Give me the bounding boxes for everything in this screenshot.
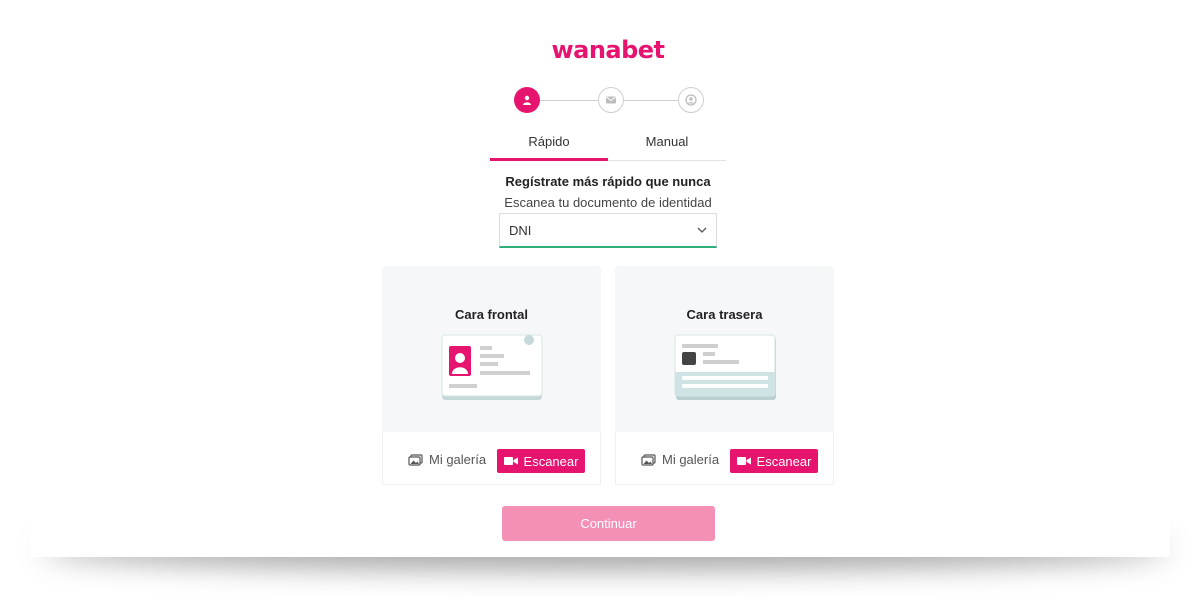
card-back-title: Cara trasera <box>686 307 763 322</box>
scan-label: Escanear <box>523 453 579 469</box>
gallery-label: Mi galería <box>429 452 487 467</box>
gallery-button-front[interactable]: Mi galería <box>408 452 486 467</box>
registration-tabs: Rápido Manual <box>490 128 726 161</box>
gallery-button-back[interactable]: Mi galería <box>641 452 719 467</box>
mail-icon <box>606 96 616 104</box>
chevron-down-icon <box>697 227 707 233</box>
step-contact[interactable] <box>598 87 624 113</box>
video-camera-icon <box>503 457 518 465</box>
card-back: Cara trasera Mi galería Escanear <box>615 266 834 485</box>
account-circle-icon <box>685 94 697 106</box>
wanabet-logo: wanabet <box>551 36 665 64</box>
tab-manual[interactable]: Manual <box>608 128 726 160</box>
scan-button-front[interactable]: Escanear <box>497 449 585 473</box>
user-icon <box>523 95 531 105</box>
document-type-select[interactable]: DNI <box>499 213 717 248</box>
page-subline: Escanea tu documento de identidad <box>504 195 712 210</box>
gallery-label: Mi galería <box>662 452 720 467</box>
video-camera-icon <box>736 457 751 465</box>
card-front: Cara frontal Mi galería Escanear <box>382 266 601 485</box>
tab-rapido[interactable]: Rápido <box>490 128 608 161</box>
scan-button-back[interactable]: Escanear <box>730 449 818 473</box>
scan-label: Escanear <box>756 453 812 469</box>
card-back-preview: Cara trasera <box>615 266 834 432</box>
card-back-actions: Mi galería Escanear <box>615 432 834 485</box>
card-front-preview: Cara frontal <box>382 266 601 432</box>
id-card-front-illustration <box>441 334 543 400</box>
gallery-icon <box>641 453 656 466</box>
gallery-icon <box>408 453 423 466</box>
id-card-back-illustration <box>674 334 776 400</box>
card-front-title: Cara frontal <box>455 307 528 322</box>
stepper-connector <box>623 100 678 101</box>
page-headline: Regístrate más rápido que nunca <box>505 174 711 189</box>
step-personal[interactable] <box>514 87 540 113</box>
continue-button[interactable]: Continuar <box>502 506 715 541</box>
stepper-connector <box>540 100 598 101</box>
card-front-actions: Mi galería Escanear <box>382 432 601 485</box>
document-type-value: DNI <box>509 223 532 238</box>
step-account[interactable] <box>678 87 704 113</box>
